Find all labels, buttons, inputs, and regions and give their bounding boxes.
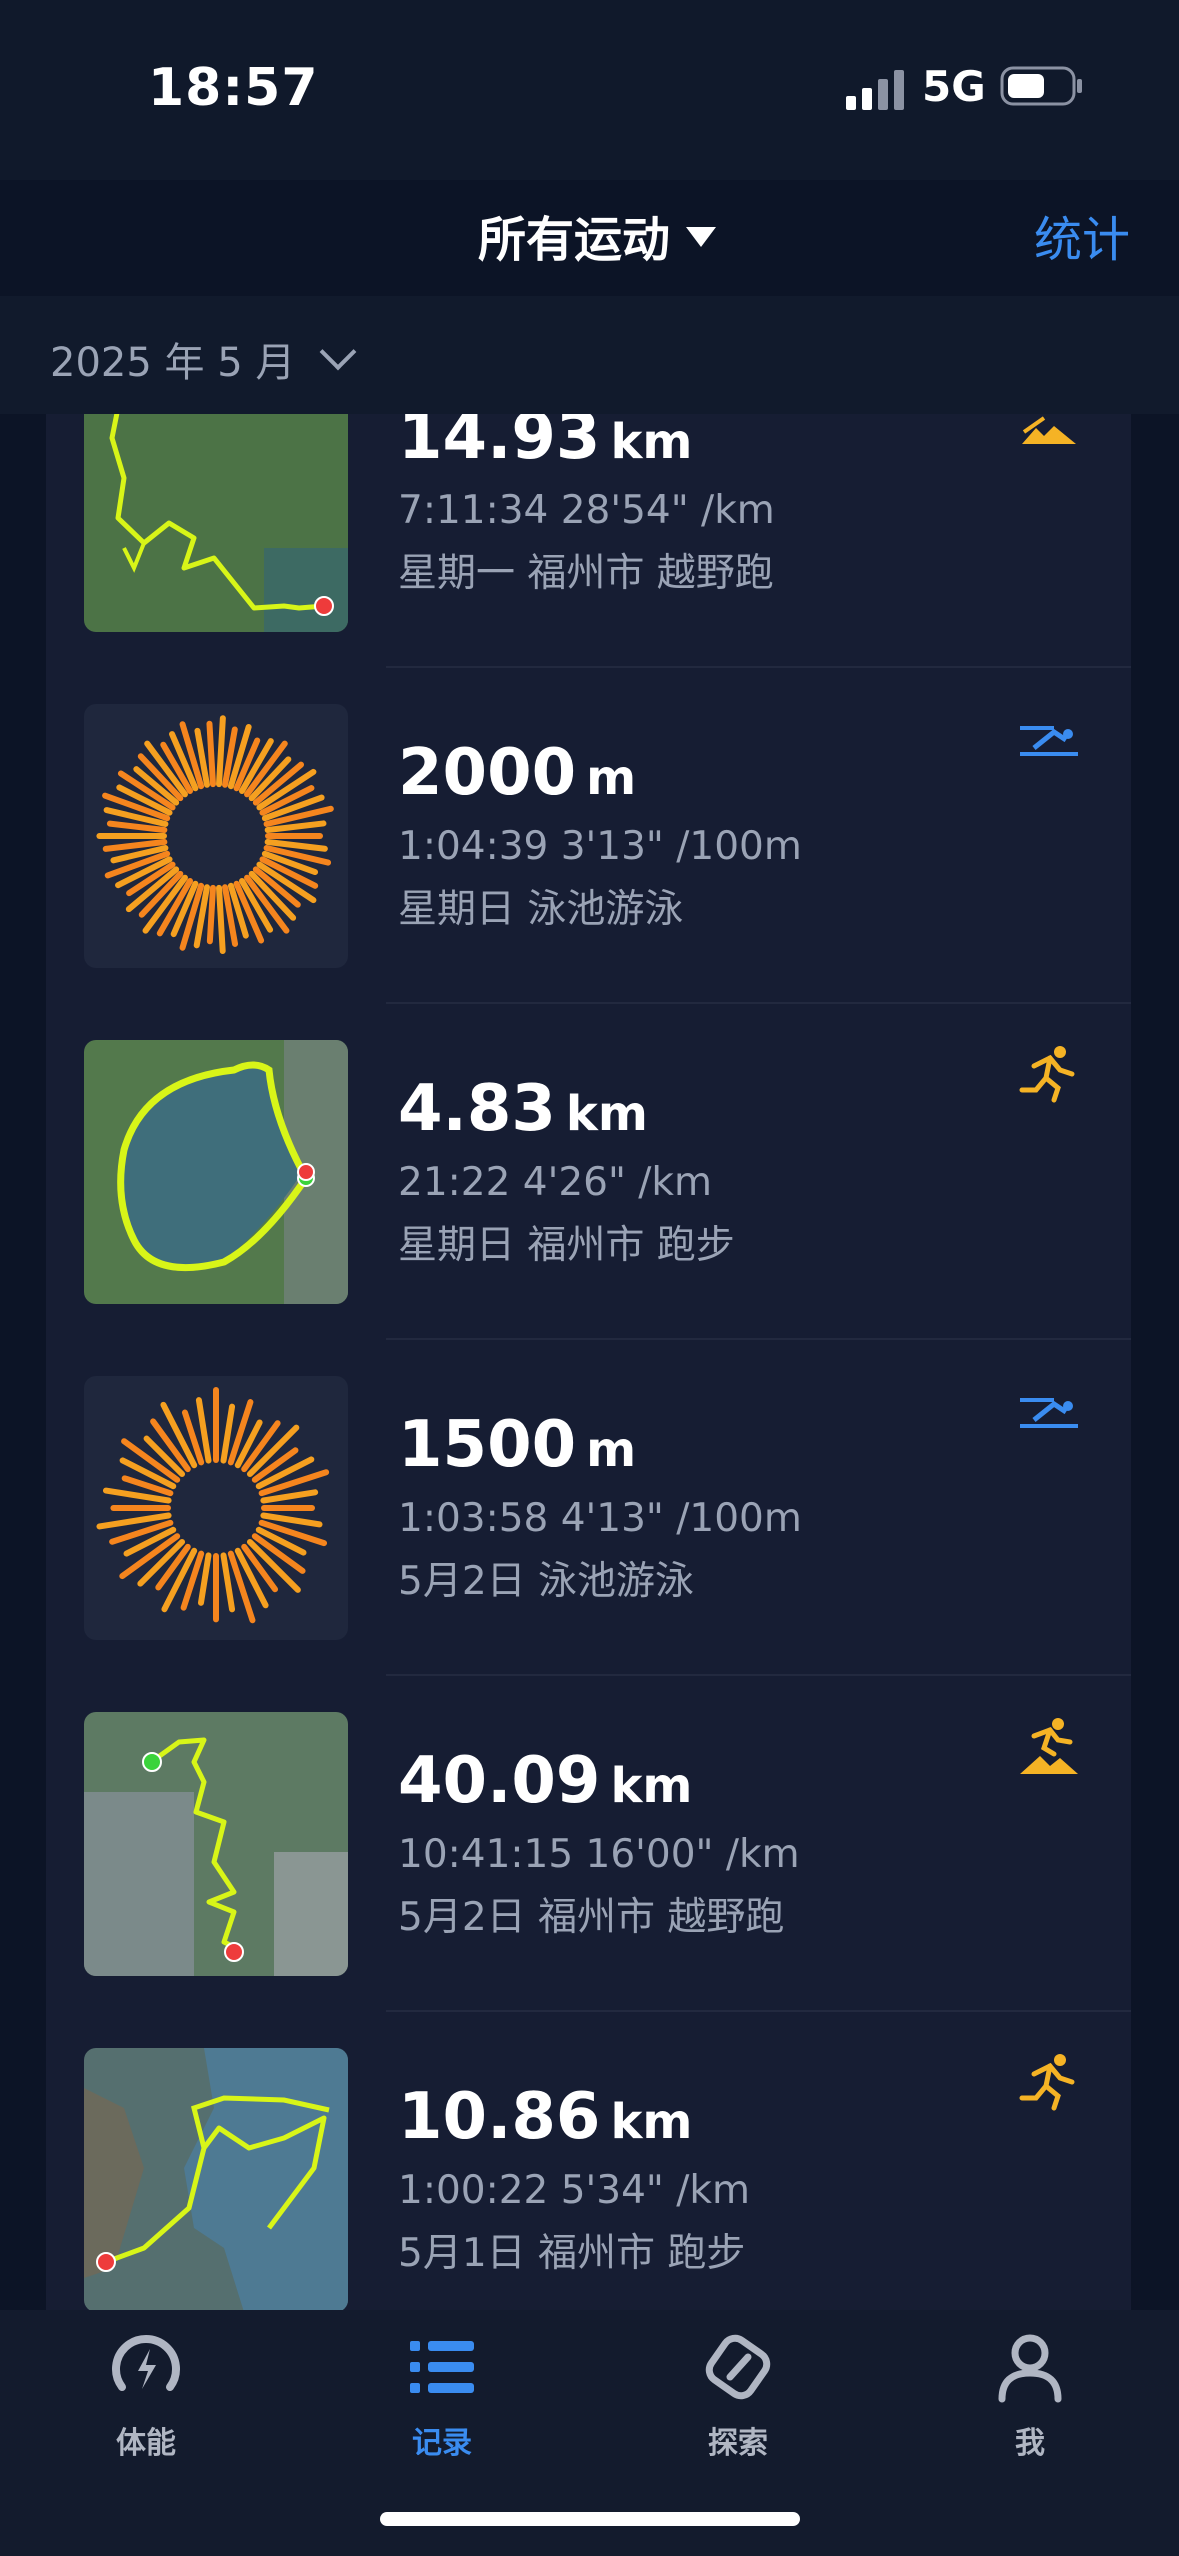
lap-bar xyxy=(216,884,226,955)
tab-explore[interactable]: 探索 xyxy=(658,2322,818,2462)
network-label: 5G xyxy=(922,62,986,111)
tab-label: 我 xyxy=(1015,2426,1045,2461)
route-map-thumbnail xyxy=(84,1040,348,1304)
pool-swim-icon xyxy=(1020,1398,1078,1428)
duration-pace: 10:41:15 16'00" /km xyxy=(398,1832,800,1877)
tab-me[interactable]: 我 xyxy=(950,2322,1110,2462)
tab-fitness[interactable]: 体能 xyxy=(66,2322,226,2462)
distance-value: 2000 xyxy=(398,736,577,810)
distance-unit: km xyxy=(610,414,693,470)
trail-run-icon xyxy=(1020,1718,1078,1774)
distance: 14.93 km xyxy=(398,414,692,474)
home-indicator xyxy=(380,2512,800,2526)
compass-icon xyxy=(705,2334,771,2400)
distance: 40.09 km xyxy=(398,1744,692,1818)
date-location-type: 星期日 泳池游泳 xyxy=(398,887,684,932)
run-icon xyxy=(1019,2054,1075,2111)
activity-item[interactable]: 10.86 km 1:00:22 5'34" /km 5月1日 福州市 跑步 xyxy=(46,2012,1131,2310)
duration-pace: 1:04:39 3'13" /100m xyxy=(398,824,802,869)
list-icon xyxy=(410,2341,474,2393)
date-location-type: 星期一 福州市 越野跑 xyxy=(398,551,774,596)
stats-button[interactable]: 统计 xyxy=(1034,200,1130,270)
month-selector[interactable]: 2025 年 5 月 xyxy=(50,330,357,388)
status-time: 18:57 xyxy=(148,58,319,118)
distance: 4.83 km xyxy=(398,1072,648,1146)
pool-swim-icon xyxy=(1020,726,1078,756)
tab-records[interactable]: 记录 xyxy=(362,2322,522,2462)
route-map-thumbnail xyxy=(84,414,348,632)
activity-item[interactable]: 14.93 km 7:11:34 28'54" /km 星期一 福州市 越野跑 xyxy=(46,414,1131,668)
lap-bar xyxy=(206,720,216,788)
distance-unit: km xyxy=(610,1758,693,1814)
swim-lap-chart xyxy=(84,1376,348,1640)
activity-item[interactable]: 4.83 km 21:22 4'26" /km 星期日 福州市 跑步 xyxy=(46,1004,1131,1340)
route-map-thumbnail xyxy=(84,1712,348,1976)
signal-icon xyxy=(846,70,904,110)
distance-unit: km xyxy=(565,1086,648,1142)
distance-unit: km xyxy=(610,2094,693,2150)
distance-value: 1500 xyxy=(398,1408,577,1482)
date-location-type: 星期日 福州市 跑步 xyxy=(398,1223,735,1268)
distance: 1500 m xyxy=(398,1408,636,1482)
distance: 2000 m xyxy=(398,736,636,810)
activity-item[interactable]: 1500 m 1:03:58 4'13" /100m 5月2日 泳池游泳 xyxy=(46,1340,1131,1676)
route-map-thumbnail xyxy=(84,2048,348,2310)
duration-pace: 7:11:34 28'54" /km xyxy=(398,488,775,533)
person-icon xyxy=(998,2334,1062,2403)
date-location-type: 5月1日 福州市 跑步 xyxy=(398,2231,746,2276)
tab-label: 记录 xyxy=(412,2426,472,2461)
caret-down-icon xyxy=(686,227,717,247)
distance-value: 14.93 xyxy=(398,414,601,474)
sport-filter-dropdown[interactable]: 所有运动 xyxy=(478,200,717,270)
date-location-type: 5月2日 泳池游泳 xyxy=(398,1559,695,1604)
activity-item[interactable]: 2000 m 1:04:39 3'13" /100m 星期日 泳池游泳 xyxy=(46,668,1131,1004)
distance-unit: m xyxy=(586,1422,637,1478)
lap-bar xyxy=(220,1552,236,1613)
activity-list[interactable]: 14.93 km 7:11:34 28'54" /km 星期一 福州市 越野跑 2… xyxy=(46,414,1131,2310)
fitness-icon xyxy=(112,2335,180,2391)
lap-bar xyxy=(260,1489,319,1504)
duration-pace: 1:00:22 5'34" /km xyxy=(398,2168,750,2213)
distance: 10.86 km xyxy=(398,2080,692,2154)
lap-bar xyxy=(220,1403,236,1464)
distance-unit: m xyxy=(586,750,637,806)
month-label: 2025 年 5 月 xyxy=(50,340,296,386)
run-icon xyxy=(1019,1046,1075,1103)
lap-bar xyxy=(197,1552,212,1606)
distance-value: 40.09 xyxy=(398,1744,601,1818)
trail-run-icon xyxy=(1022,416,1076,444)
tab-label: 探索 xyxy=(708,2426,768,2461)
lap-bar xyxy=(216,715,226,788)
duration-pace: 1:03:58 4'13" /100m xyxy=(398,1496,802,1541)
distance-value: 4.83 xyxy=(398,1072,556,1146)
tab-label: 体能 xyxy=(116,2426,176,2461)
duration-pace: 21:22 4'26" /km xyxy=(398,1160,712,1205)
battery-icon xyxy=(1000,66,1082,106)
activity-item[interactable]: 40.09 km 10:41:15 16'00" /km 5月2日 福州市 越野跑 xyxy=(46,1676,1131,2012)
distance-value: 10.86 xyxy=(398,2080,601,2154)
date-location-type: 5月2日 福州市 越野跑 xyxy=(398,1895,785,1940)
chevron-down-icon xyxy=(320,333,357,371)
lap-bar xyxy=(206,884,216,945)
nav-title: 所有运动 xyxy=(478,212,671,268)
swim-lap-chart xyxy=(84,704,348,968)
